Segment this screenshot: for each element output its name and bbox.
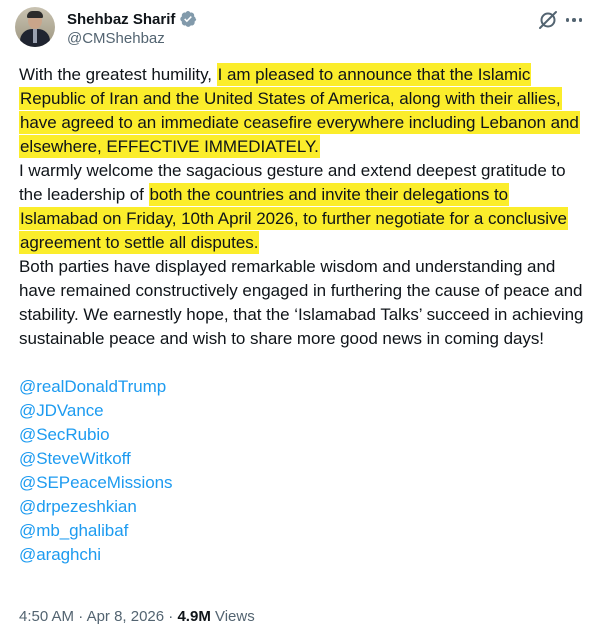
- mention-link[interactable]: @SteveWitkoff: [19, 447, 589, 471]
- mention-link[interactable]: @mb_ghalibaf: [19, 519, 589, 543]
- mention-link[interactable]: @realDonaldTrump: [19, 375, 589, 399]
- author-handle[interactable]: @CMShehbaz: [67, 30, 165, 47]
- mention-link[interactable]: @JDVance: [19, 399, 589, 423]
- views-count: 4.9M: [177, 608, 211, 625]
- avatar[interactable]: [15, 7, 55, 47]
- mention-link[interactable]: @SecRubio: [19, 423, 589, 447]
- paragraph-announcement: With the greatest humility, I am pleased…: [19, 63, 580, 158]
- more-options-icon[interactable]: [563, 9, 585, 31]
- post-date[interactable]: Apr 8, 2026: [87, 608, 165, 625]
- verified-badge-icon[interactable]: [179, 10, 197, 28]
- mention-link[interactable]: @drpezeshkian: [19, 495, 589, 519]
- author-display-name[interactable]: Shehbaz Sharif: [67, 11, 175, 28]
- paragraph-hope: Both parties have displayed remarkable w…: [19, 257, 584, 348]
- paragraph-welcome: I warmly welcome the sagacious gesture a…: [19, 161, 568, 254]
- mentions-list: @realDonaldTrump @JDVance @SecRubio @Ste…: [19, 375, 589, 567]
- mention-link[interactable]: @araghchi: [19, 543, 589, 567]
- tweet-meta: 4:50 AM · Apr 8, 2026 · 4.9M Views: [19, 608, 255, 625]
- post-time[interactable]: 4:50 AM: [19, 608, 74, 625]
- author-name-row: Shehbaz Sharif: [67, 10, 197, 28]
- tweet: Shehbaz Sharif @CMShehbaz With the great…: [0, 0, 601, 633]
- grok-icon[interactable]: [537, 9, 559, 31]
- views-label: Views: [210, 608, 255, 625]
- mention-link[interactable]: @SEPeaceMissions: [19, 471, 589, 495]
- tweet-text: With the greatest humility, I am pleased…: [19, 63, 589, 567]
